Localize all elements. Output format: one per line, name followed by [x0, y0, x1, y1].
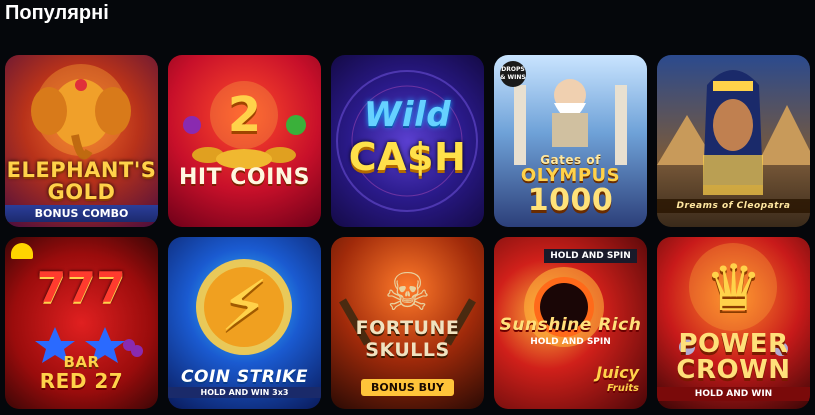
game-tile-gates-of-olympus-1000[interactable]: DROPS & WINS Gates of OLYMPUS 1000: [494, 55, 647, 227]
game-title-line-1: 777: [36, 263, 127, 312]
game-title: COIN STRIKE: [181, 367, 308, 387]
bonus-buy-badge: BONUS BUY: [361, 379, 454, 396]
game-tile-sunshine-rich[interactable]: HOLD AND SPIN Sunshine Rich HOLD AND SPI…: [494, 237, 647, 409]
game-title: Dreams of Cleopatra: [657, 199, 810, 213]
game-title-line-3: 1000: [527, 183, 614, 218]
game-title-line-2: GOLD: [47, 180, 116, 204]
juicy-fruits-logo: Juicy Fruits: [596, 365, 639, 397]
popular-games-section: Популярні ELEPHANT'S GOLD BONUS COMBO 2 …: [0, 0, 815, 415]
game-tile-power-crown[interactable]: ♛ POWER CROWN HOLD AND WIN: [657, 237, 810, 409]
game-subtitle: HOLD AND WIN: [657, 387, 810, 401]
game-tile-red-27[interactable]: 777 BAR RED 27: [5, 237, 158, 409]
game-tile-2-hit-coins[interactable]: 2 HIT COINS: [168, 55, 321, 227]
hold-and-spin-ribbon: HOLD AND SPIN: [544, 249, 637, 263]
game-title-line-1: ELEPHANT'S: [6, 158, 157, 182]
game-title: Sunshine Rich: [499, 315, 642, 335]
game-title: HIT COINS: [178, 165, 311, 190]
game-tile-dreams-of-cleopatra[interactable]: Dreams of Cleopatra: [657, 55, 810, 227]
crown-icon: ♛: [704, 252, 763, 324]
game-number: 2: [227, 87, 262, 143]
game-title-line-3: RED 27: [39, 369, 124, 393]
game-title-line-2: CA$H: [348, 135, 467, 179]
brand-line-2: Fruits: [607, 383, 639, 394]
hat-badge-icon: [11, 243, 33, 259]
game-tile-fortune-skulls[interactable]: ☠ FORTUNE SKULLS BONUS BUY: [331, 237, 484, 409]
section-title: Популярні: [5, 2, 109, 24]
lightning-bolt-icon: ⚡: [219, 265, 270, 347]
game-tile-elephants-gold[interactable]: ELEPHANT'S GOLD BONUS COMBO: [5, 55, 158, 227]
game-tile-wild-cash[interactable]: Wild CA$H: [331, 55, 484, 227]
game-subtitle: HOLD AND SPIN: [530, 337, 611, 347]
skull-icon: ☠: [384, 264, 431, 322]
game-subtitle: HOLD AND WIN 3x3: [168, 387, 321, 398]
drops-and-wins-badge: DROPS & WINS: [500, 61, 526, 87]
brand-line-1: Juicy: [596, 363, 639, 382]
game-title-line-1: FORTUNE: [355, 317, 460, 339]
game-title-line-2: SKULLS: [365, 339, 450, 361]
game-title-line-2: CROWN: [676, 355, 791, 385]
game-title-line-1: Wild: [363, 95, 452, 135]
game-subtitle: BONUS COMBO: [5, 205, 158, 222]
game-tile-coin-strike[interactable]: ⚡ COIN STRIKE HOLD AND WIN 3x3: [168, 237, 321, 409]
games-grid: ELEPHANT'S GOLD BONUS COMBO 2 HIT COINS: [5, 55, 810, 409]
